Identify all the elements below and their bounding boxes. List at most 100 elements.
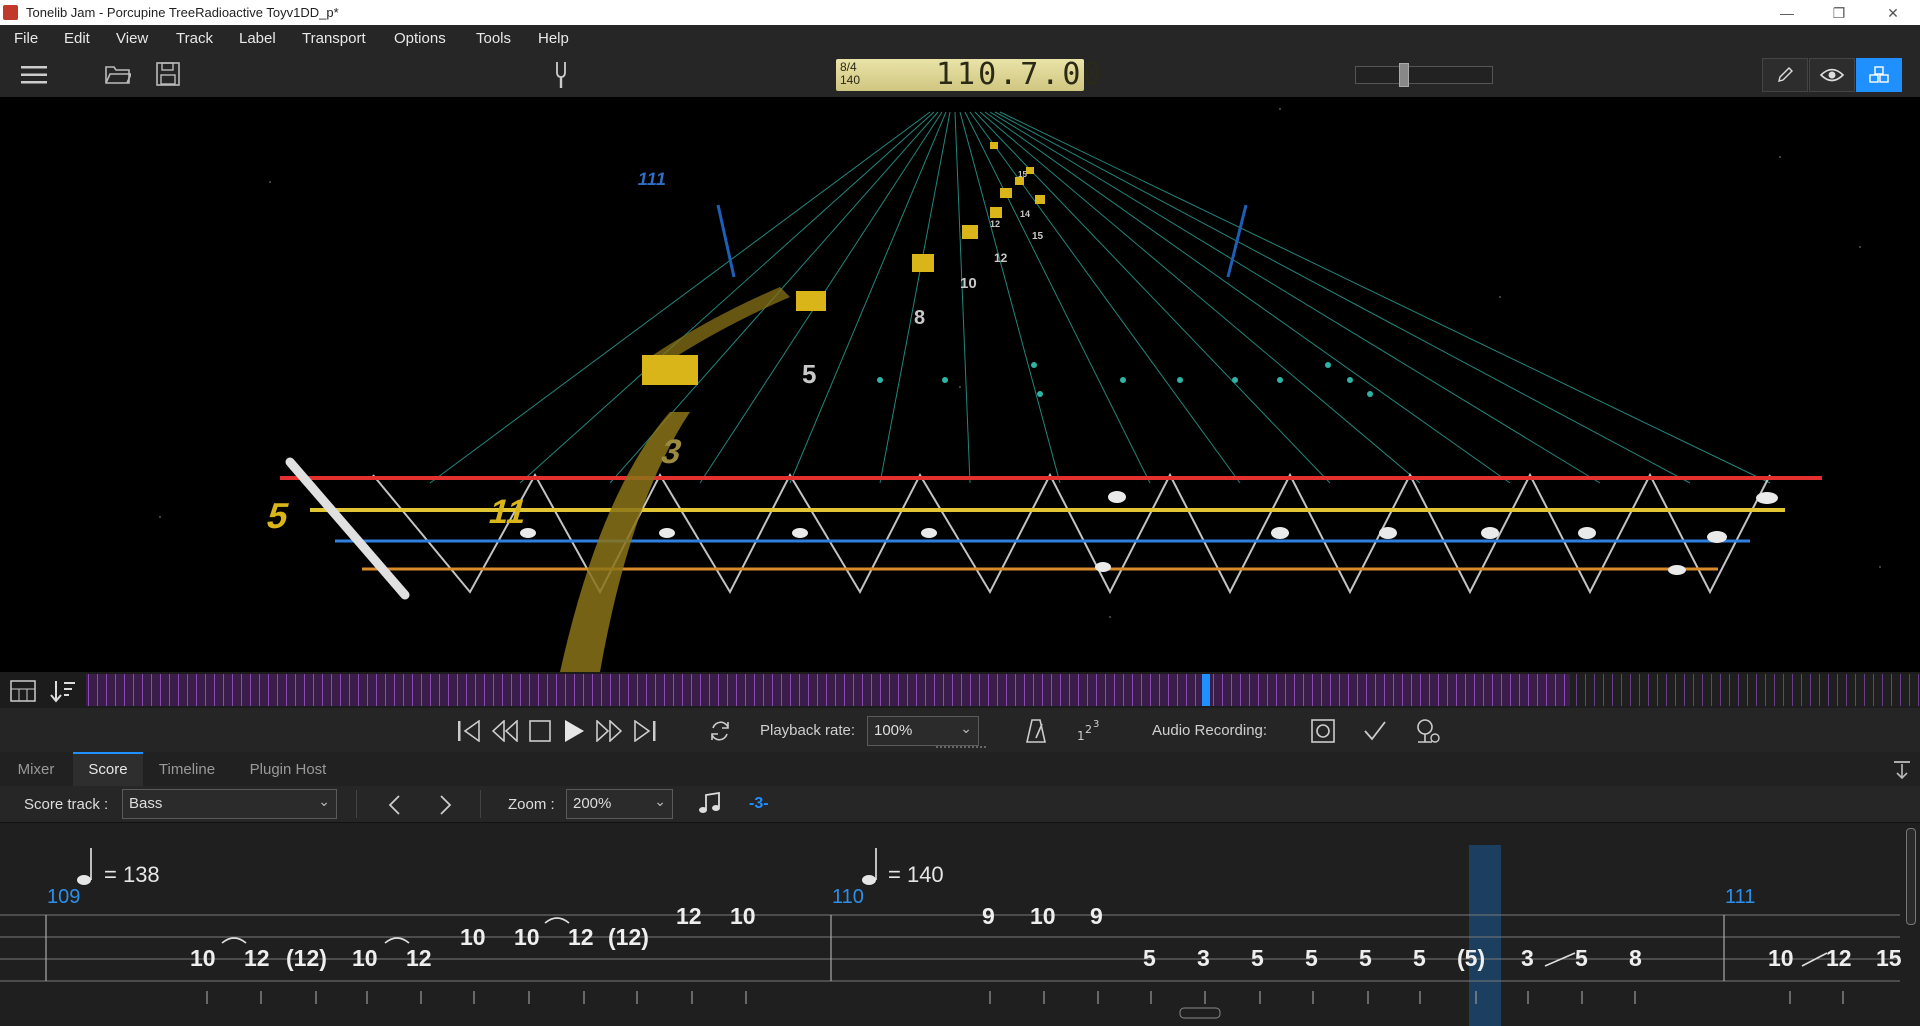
zoom-select[interactable]: 200% ⌄ <box>566 789 673 819</box>
tempo-marking: = 140 <box>888 862 944 887</box>
tab-plugin-host[interactable]: Plugin Host <box>238 752 338 786</box>
bottom-tabs: Mixer Score Timeline Plugin Host <box>0 752 1920 787</box>
check-icon[interactable] <box>1363 720 1387 742</box>
playback-rate-label: Playback rate: <box>760 722 856 739</box>
fretboard-strings-far <box>429 111 1771 484</box>
note-block <box>990 207 1002 218</box>
close-icon[interactable]: ✕ <box>1878 2 1908 24</box>
fret-dots-far <box>877 362 1373 397</box>
3d-measure-number: 111 <box>636 169 668 189</box>
tuning-fork-icon[interactable] <box>554 61 568 89</box>
tab-note[interactable]: 12 <box>244 945 270 972</box>
tab-timeline[interactable]: Timeline <box>148 752 226 786</box>
tab-score[interactable]: Score <box>73 752 143 786</box>
svg-text:2: 2 <box>1085 723 1092 736</box>
chevron-down-icon: ⌄ <box>654 793 666 809</box>
zoom-label: Zoom : <box>508 796 555 813</box>
skip-start-icon[interactable] <box>457 720 481 742</box>
stop-icon[interactable] <box>529 720 551 742</box>
grid-icon[interactable] <box>10 680 36 702</box>
tab-note[interactable]: 10 <box>1768 945 1794 972</box>
tab-note[interactable]: 8 <box>1629 945 1642 972</box>
overview-timeline[interactable] <box>86 674 1920 706</box>
record-icon[interactable] <box>1311 719 1335 743</box>
vertical-scrollbar[interactable] <box>1906 828 1916 925</box>
menu-transport[interactable]: Transport <box>302 30 366 47</box>
rewind-icon[interactable] <box>492 720 518 742</box>
sort-icon[interactable] <box>50 679 76 703</box>
playback-rate-select[interactable]: 100% ⌄ <box>867 716 979 746</box>
fretboard-3d-view[interactable]: 111 5 11 3 5 8 10 12 15 14 12 15 <box>0 97 1920 672</box>
tab-note[interactable]: (12) <box>286 945 327 972</box>
collapse-icon[interactable] <box>1892 760 1912 780</box>
count-in-icon[interactable]: 123 <box>1076 718 1102 744</box>
song-overview-bar <box>0 672 1920 708</box>
tab-note[interactable]: 5 <box>1359 945 1372 972</box>
tempo-marking: = 138 <box>104 862 160 887</box>
tab-note[interactable]: 12 <box>676 903 702 930</box>
menu-label[interactable]: Label <box>239 30 276 47</box>
menu-file[interactable]: File <box>14 30 38 47</box>
app-icon <box>3 5 18 20</box>
tab-note[interactable]: 10 <box>514 924 540 951</box>
position-display: 8/4 140 110.7.00 <box>836 59 1102 91</box>
3d-mode-button[interactable] <box>1856 58 1902 92</box>
menu-tools[interactable]: Tools <box>476 30 511 47</box>
slider-thumb[interactable] <box>1399 63 1409 87</box>
tab-note[interactable]: 12 <box>406 945 432 972</box>
tab-note[interactable]: 10 <box>1030 903 1056 930</box>
skip-end-icon[interactable] <box>633 720 657 742</box>
tab-note[interactable]: 5 <box>1305 945 1318 972</box>
edit-mode-button[interactable] <box>1762 58 1808 92</box>
menu-help[interactable]: Help <box>538 30 569 47</box>
transport-bar: Playback rate: 100% ⌄ 123 Audio Recordin… <box>0 708 1920 753</box>
menu-track[interactable]: Track <box>176 30 213 47</box>
next-icon[interactable] <box>439 794 453 816</box>
tab-note[interactable]: 9 <box>982 903 995 930</box>
prev-icon[interactable] <box>387 794 401 816</box>
tab-note[interactable]: 15 <box>1876 945 1902 972</box>
note-block <box>1026 167 1034 174</box>
note-icon[interactable] <box>698 792 722 816</box>
score-track-label: Score track : <box>24 796 109 813</box>
tab-note[interactable]: 10 <box>352 945 378 972</box>
tab-note[interactable]: 10 <box>730 903 756 930</box>
tab-note[interactable]: 12 <box>1826 945 1852 972</box>
tab-note[interactable]: 5 <box>1251 945 1264 972</box>
view-mode-button[interactable] <box>1809 58 1855 92</box>
score-track-select[interactable]: Bass ⌄ <box>122 789 337 819</box>
tab-note[interactable]: 10 <box>190 945 216 972</box>
tab-note[interactable]: 3 <box>1521 945 1534 972</box>
minimize-icon[interactable]: — <box>1772 2 1802 24</box>
volume-slider[interactable] <box>1355 63 1493 87</box>
zoom-value: 200% <box>573 795 612 812</box>
scroll-handle <box>1179 1007 1221 1019</box>
metronome-icon[interactable] <box>1026 718 1046 744</box>
chevron-down-icon: ⌄ <box>318 793 330 809</box>
play-icon[interactable] <box>563 719 585 743</box>
hamburger-icon[interactable] <box>21 65 47 85</box>
tuplet-button[interactable]: -3- <box>749 795 769 813</box>
fast-forward-icon[interactable] <box>596 720 622 742</box>
record-settings-icon[interactable] <box>1415 718 1441 744</box>
tab-mixer[interactable]: Mixer <box>0 752 72 786</box>
tab-note[interactable]: 10 <box>460 924 486 951</box>
restore-icon[interactable]: ❐ <box>1824 2 1854 24</box>
tab-note[interactable]: (5) <box>1457 945 1485 972</box>
fret-label: 5 <box>802 359 817 389</box>
loop-icon[interactable] <box>709 720 731 742</box>
tab-note[interactable]: 12 <box>568 924 594 951</box>
menu-view[interactable]: View <box>116 30 148 47</box>
save-icon[interactable] <box>156 62 180 86</box>
menu-edit[interactable]: Edit <box>64 30 90 47</box>
menu-options[interactable]: Options <box>394 30 446 47</box>
tab-note[interactable]: 5 <box>1575 945 1588 972</box>
tab-note[interactable]: (12) <box>608 924 649 951</box>
tab-note[interactable]: 5 <box>1413 945 1426 972</box>
tab-note[interactable]: 5 <box>1143 945 1156 972</box>
overview-cursor[interactable] <box>1202 674 1210 706</box>
score-view[interactable]: 109 = 138 110 = 140 111 10 12 (12) 10 12… <box>0 823 1920 1026</box>
tab-note[interactable]: 3 <box>1197 945 1210 972</box>
tab-note[interactable]: 9 <box>1090 903 1103 930</box>
folder-open-icon[interactable] <box>105 63 131 85</box>
